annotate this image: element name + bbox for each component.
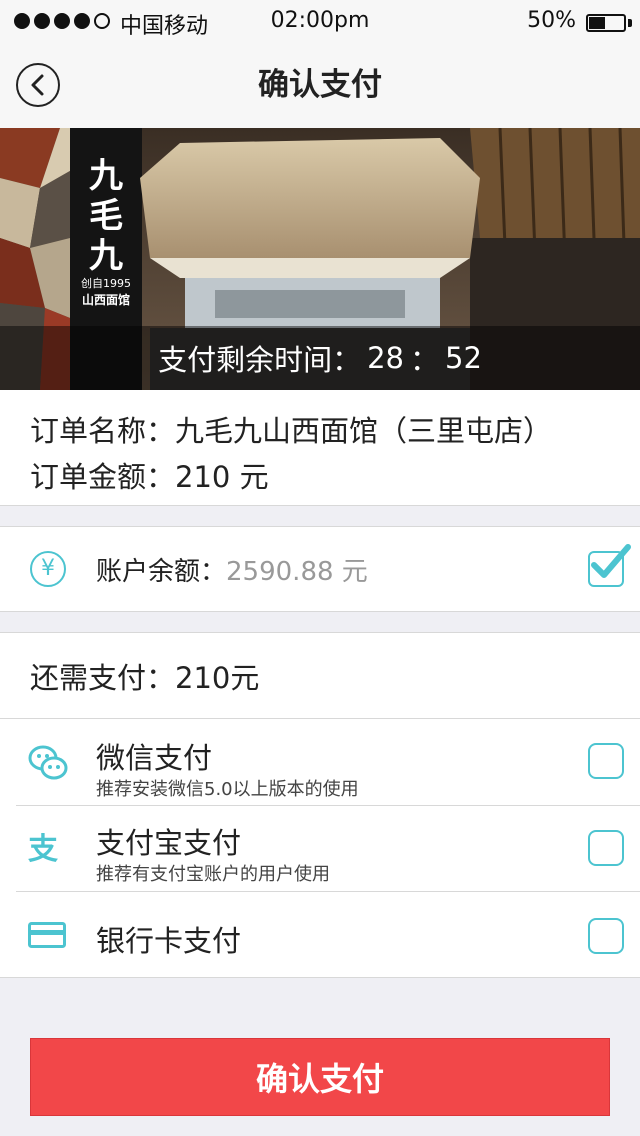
order-amount-value: 210 元 (175, 460, 269, 494)
order-amount-row: 订单金额： 210 元 (30, 454, 269, 496)
payment-option-alipay[interactable]: 支 支付宝支付 推荐有支付宝账户的用户使用 (0, 806, 640, 892)
balance-value: 2590.88 元 (226, 557, 368, 587)
checkmark-icon (591, 544, 631, 578)
order-name-label: 订单名称： (30, 414, 176, 448)
alipay-checkbox[interactable] (588, 830, 624, 866)
yen-icon: ¥ (30, 551, 66, 587)
payment-option-bank-card[interactable]: 银行卡支付 (0, 892, 640, 978)
battery-icon (586, 14, 626, 32)
page-title: 确认支付 (258, 67, 382, 103)
wechat-subtitle: 推荐安装微信5.0以上版本的使用 (96, 779, 359, 800)
balance-text: 账户余额： 2590.88 元 (96, 551, 368, 588)
remaining-label: 还需支付： (30, 661, 176, 695)
battery-tip (628, 19, 632, 27)
balance-checkbox[interactable] (588, 544, 631, 587)
balance-label: 账户余额： (96, 557, 227, 587)
confirm-payment-button[interactable]: 确认支付 (30, 1038, 610, 1116)
wechat-icon (28, 745, 68, 780)
bank-card-checkbox[interactable] (588, 918, 624, 954)
countdown-separator: ： (410, 343, 440, 377)
account-balance-row[interactable]: ¥ 账户余额： 2590.88 元 (0, 526, 640, 612)
remaining-value: 210元 (175, 661, 260, 695)
countdown-label: 支付剩余时间： (158, 343, 362, 377)
payment-option-wechat[interactable]: 微信支付 推荐安装微信5.0以上版本的使用 (0, 719, 640, 805)
restaurant-logo: 九 毛 九 创自1995 山西面馆 (81, 156, 131, 307)
remaining-payment: 还需支付： 210元 (30, 655, 259, 697)
battery-percent: 50% (527, 8, 576, 33)
bank-card-title: 银行卡支付 (96, 924, 242, 958)
order-amount-label: 订单金额： (30, 460, 176, 494)
wechat-checkbox[interactable] (588, 743, 624, 779)
order-name-value: 九毛九山西面馆（三里屯店） (175, 414, 553, 448)
countdown-bar: 支付剩余时间： 28 ： 52 (0, 326, 640, 390)
payment-confirm-screen: 中国移动 02:00pm 50% 确认支付 九 毛 九 创自1995 山西面馆 … (0, 0, 640, 1136)
payment-methods: 还需支付： 210元 微信支付 推荐安装微信5.0以上版本的使用 支 支付宝支付… (0, 632, 640, 978)
wechat-title: 微信支付 (96, 741, 213, 775)
countdown-seconds: 52 (445, 341, 482, 375)
status-bar: 中国移动 02:00pm 50% (0, 0, 640, 42)
order-info: 订单名称： 九毛九山西面馆（三里屯店） 订单金额： 210 元 (0, 390, 640, 506)
alipay-title: 支付宝支付 (96, 826, 242, 860)
alipay-icon: 支 (28, 832, 58, 867)
alipay-subtitle: 推荐有支付宝账户的用户使用 (96, 864, 330, 885)
restaurant-banner: 九 毛 九 创自1995 山西面馆 支付剩余时间： 28 ： 52 (0, 128, 640, 390)
order-name-row: 订单名称： 九毛九山西面馆（三里屯店） (30, 408, 552, 450)
bank-card-icon (28, 922, 66, 948)
nav-bar: 确认支付 (0, 42, 640, 128)
countdown-minutes: 28 (367, 341, 404, 375)
